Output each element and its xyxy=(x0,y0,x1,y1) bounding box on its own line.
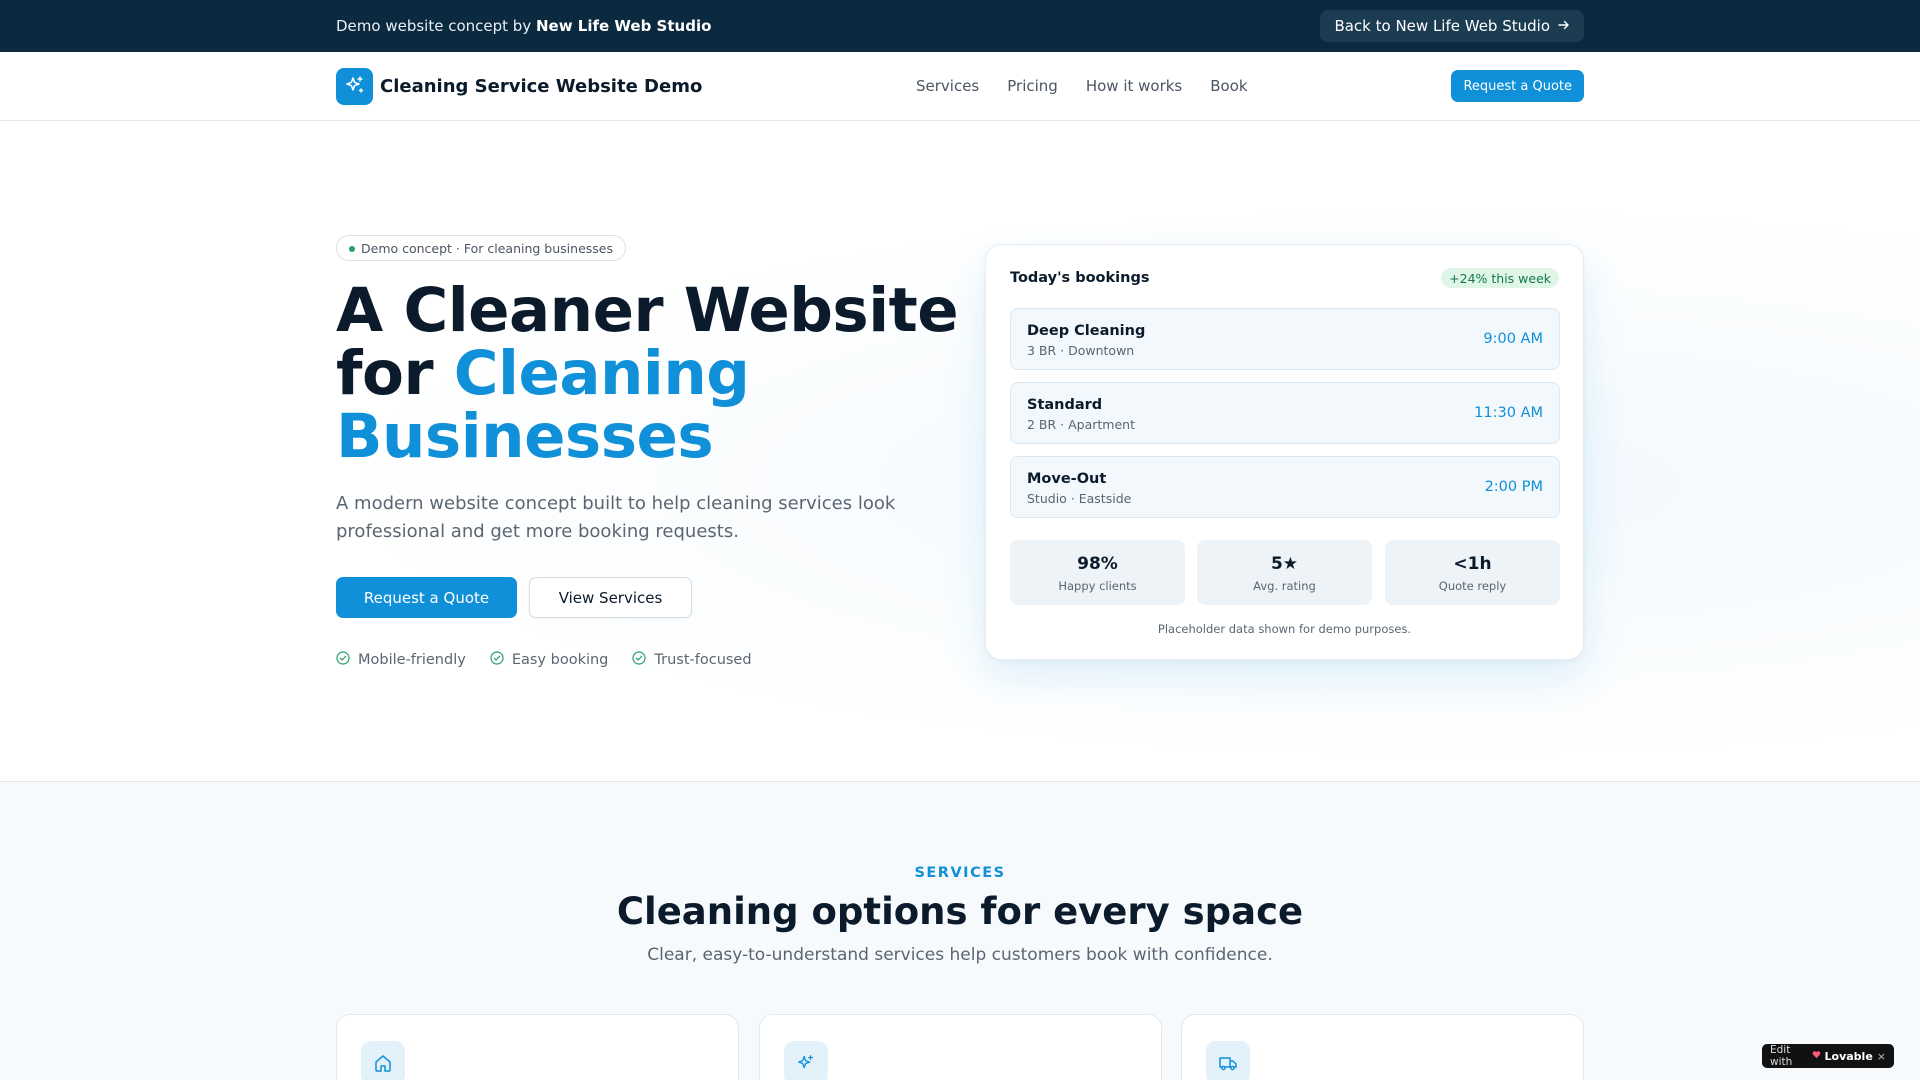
stat-quote-reply: <1h Quote reply xyxy=(1385,540,1560,605)
feature-mobile-friendly: Mobile-friendly xyxy=(336,651,466,669)
check-circle-icon xyxy=(490,651,504,669)
nav-link-pricing[interactable]: Pricing xyxy=(1007,77,1058,95)
sparkles-icon xyxy=(344,74,366,100)
booking-time: 9:00 AM xyxy=(1483,331,1543,347)
booking-details: Studio · Eastside xyxy=(1027,491,1132,506)
back-to-studio-button[interactable]: Back to New Life Web Studio xyxy=(1320,10,1584,42)
services-eyebrow: SERVICES xyxy=(914,865,1006,881)
hero-lede: A modern website concept built to help c… xyxy=(336,493,896,542)
feature-trust-focused: Trust-focused xyxy=(632,651,752,669)
banner-prefix: Demo website concept by xyxy=(336,17,532,35)
nav-link-how-it-works[interactable]: How it works xyxy=(1086,77,1182,95)
placeholder-note: Placeholder data shown for demo purposes… xyxy=(1157,622,1412,636)
hero-headline: A Cleaner Website for Cleaning Businesse… xyxy=(336,275,959,472)
booking-name: Move-Out xyxy=(1027,471,1107,487)
services-title: Cleaning options for every space xyxy=(616,890,1304,933)
booking-name: Standard xyxy=(1027,397,1103,413)
pill-text: Demo concept · For cleaning businesses xyxy=(361,240,613,256)
booking-details: 3 BR · Downtown xyxy=(1027,343,1135,358)
view-services-button[interactable]: View Services xyxy=(529,577,692,618)
feature-label: Easy booking xyxy=(511,652,609,668)
booking-name: Deep Cleaning xyxy=(1027,323,1146,339)
lovable-prefix: Edit with xyxy=(1770,1044,1793,1068)
growth-badge: +24% this week xyxy=(1441,268,1559,288)
headline-line2: for Cleaning xyxy=(336,342,958,405)
hero-section: Demo concept · For cleaning businesses A… xyxy=(0,121,1920,782)
home-icon xyxy=(361,1041,405,1080)
todays-bookings-card: Today's bookings +24% this week Deep Cle… xyxy=(985,244,1584,660)
stat-label: Avg. rating xyxy=(1253,579,1316,593)
feature-label: Mobile-friendly xyxy=(358,652,466,668)
services-section: SERVICES Cleaning options for every spac… xyxy=(0,782,1920,1080)
booking-row: Move-Out Studio · Eastside 2:00 PM xyxy=(1010,456,1560,518)
heart-icon xyxy=(1812,1050,1821,1062)
main-nav: Cleaning Service Website Demo Services P… xyxy=(0,52,1920,121)
nav-links: Services Pricing How it works Book xyxy=(916,77,1248,95)
headline-line1: A Cleaner Website xyxy=(336,275,959,346)
hero-features: Mobile-friendly Easy booking Trust-focus… xyxy=(336,651,752,669)
service-card[interactable] xyxy=(336,1014,739,1080)
banner-text: Demo website concept by New Life Web Stu… xyxy=(336,17,711,35)
card-title: Today's bookings xyxy=(1010,270,1150,286)
edit-with-lovable-badge[interactable]: Edit with Lovable × xyxy=(1762,1044,1894,1068)
stat-label: Quote reply xyxy=(1438,579,1507,593)
check-circle-icon xyxy=(632,651,646,669)
booking-time: 2:00 PM xyxy=(1484,479,1543,495)
booking-row: Standard 2 BR · Apartment 11:30 AM xyxy=(1010,382,1560,444)
stat-value: 98% xyxy=(1077,554,1118,574)
booking-time: 11:30 AM xyxy=(1474,405,1543,421)
stat-label: Happy clients xyxy=(1058,579,1137,593)
nav-link-services[interactable]: Services xyxy=(916,77,979,95)
feature-easy-booking: Easy booking xyxy=(490,651,609,669)
stat-happy-clients: 98% Happy clients xyxy=(1010,540,1185,605)
feature-label: Trust-focused xyxy=(654,652,752,668)
check-circle-icon xyxy=(336,651,350,669)
nav-request-quote-button[interactable]: Request a Quote xyxy=(1451,70,1584,102)
nav-link-book[interactable]: Book xyxy=(1210,77,1247,95)
services-subtitle: Clear, easy-to-understand services help … xyxy=(647,945,1273,965)
status-dot xyxy=(349,246,355,252)
headline-accent-cleaning: Cleaning xyxy=(453,338,750,409)
service-card[interactable] xyxy=(1181,1014,1584,1080)
back-to-studio-label: Back to New Life Web Studio xyxy=(1334,17,1550,35)
demo-concept-pill: Demo concept · For cleaning businesses xyxy=(336,235,626,261)
booking-row: Deep Cleaning 3 BR · Downtown 9:00 AM xyxy=(1010,308,1560,370)
stat-avg-rating: 5★ Avg. rating xyxy=(1197,540,1372,605)
banner-studio-name: New Life Web Studio xyxy=(535,17,712,35)
brand-logo[interactable] xyxy=(336,68,373,105)
stat-value: 5★ xyxy=(1270,554,1299,574)
request-quote-button[interactable]: Request a Quote xyxy=(336,577,517,618)
lovable-name: Lovable xyxy=(1824,1049,1873,1063)
truck-icon xyxy=(1206,1041,1250,1080)
service-card[interactable] xyxy=(759,1014,1162,1080)
top-banner: Demo website concept by New Life Web Stu… xyxy=(0,0,1920,52)
stat-value: <1h xyxy=(1453,554,1492,574)
headline-accent-businesses: Businesses xyxy=(336,401,714,472)
sparkles-icon xyxy=(784,1041,828,1080)
arrow-right-icon xyxy=(1558,17,1570,35)
headline-for: for xyxy=(336,338,434,409)
brand-name[interactable]: Cleaning Service Website Demo xyxy=(380,76,702,97)
close-icon[interactable]: × xyxy=(1877,1050,1886,1063)
booking-details: 2 BR · Apartment xyxy=(1027,417,1135,432)
